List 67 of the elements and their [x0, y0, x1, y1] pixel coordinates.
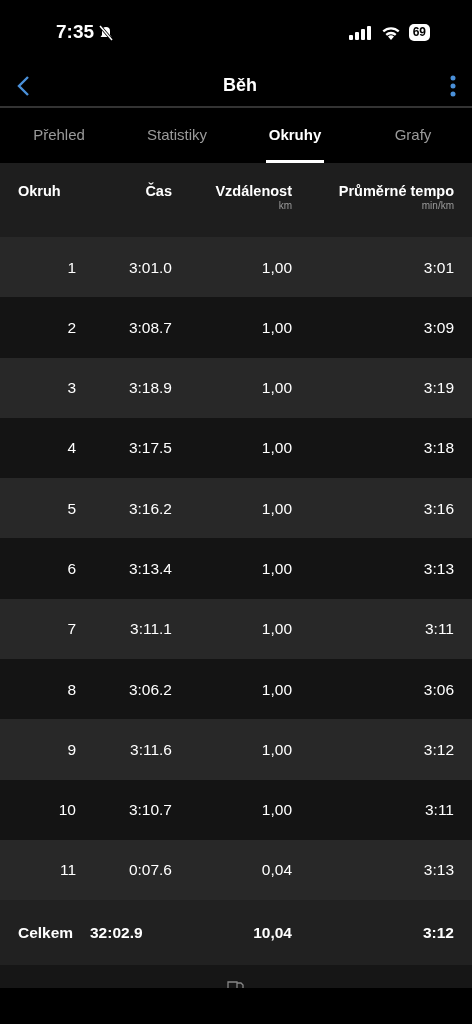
table-cell-text: 3:13: [422, 559, 454, 579]
signal-icon: [348, 24, 373, 41]
table-cell-text: 1,00: [260, 257, 292, 278]
column-header: Čas: [144, 183, 172, 200]
table-cell-text: 4: [66, 438, 77, 459]
tab[interactable]: Statistiky: [118, 108, 236, 163]
table-cell-text: 1,00: [260, 559, 292, 579]
tab[interactable]: Okruhy: [236, 108, 354, 163]
table-cell-text: 3:17.5: [127, 438, 172, 459]
total-cell-text: 32:02.9: [89, 923, 144, 944]
unit-label: min/km: [420, 200, 454, 212]
table-cell-text: 5: [66, 498, 77, 519]
total-cell-text: 3:12: [421, 923, 454, 944]
table-cell-text: 3:18.9: [127, 378, 172, 399]
page-title: Běh: [223, 74, 257, 97]
table-cell-text: 3: [66, 378, 77, 399]
muted-bell-icon: [98, 24, 115, 41]
table-cell-text: 1,00: [260, 438, 292, 459]
table-cell-text: 3:08.7: [127, 317, 172, 338]
table-cell-text: 3:11.1: [129, 619, 172, 640]
table-cell-text: 1,00: [260, 498, 292, 519]
device-icon: [227, 981, 245, 989]
table-cell-text: 3:19: [422, 378, 454, 399]
table-cell-text: 0,04: [260, 860, 292, 881]
table-cell-text: 10: [57, 800, 77, 821]
table-cell-text: 3:16: [422, 498, 454, 519]
table-cell-text: 1,00: [260, 317, 292, 338]
tab[interactable]: Přehled: [0, 108, 118, 163]
battery-indicator: 69: [408, 24, 430, 41]
total-cell-text: Celkem: [18, 923, 75, 944]
table-cell-text: 2: [66, 317, 77, 338]
column-header: Vzdálenost: [214, 183, 292, 200]
table-cell-text: 1: [66, 257, 77, 278]
table-cell-text: 3:11: [423, 800, 454, 821]
table-cell-text: 3:01.0: [127, 257, 172, 278]
column-header: Okruh: [18, 183, 62, 200]
table-cell-text: 1,00: [260, 800, 292, 821]
table-cell-text: 1,00: [260, 378, 292, 399]
table-cell-text: 1,00: [260, 619, 292, 640]
table-cell-text: 3:06: [422, 679, 454, 700]
table-cell-text: 3:11.6: [129, 739, 172, 760]
wifi-icon: [380, 25, 401, 40]
total-cell-text: 10,04: [252, 923, 292, 944]
table-cell-text: 0:07.6: [127, 860, 172, 881]
table-cell-text: 3:13.4: [127, 559, 172, 579]
table-cell-text: 3:09: [422, 317, 454, 338]
table-cell-text: 3:01: [422, 257, 454, 278]
table-cell-text: 7: [66, 619, 77, 640]
table-cell-text: 3:11: [423, 619, 454, 640]
table-cell-text: 3:18: [422, 438, 454, 459]
table-cell-text: 3:16.2: [127, 498, 172, 519]
table-cell-text: 3:10.7: [127, 800, 172, 821]
table-cell-text: 1,00: [260, 679, 292, 700]
unit-label: km: [277, 200, 292, 212]
table-cell-text: 3:06.2: [127, 679, 172, 700]
table-cell-text: 8: [66, 679, 77, 700]
table-cell-text: 9: [66, 739, 77, 760]
table-cell-text: 3:13: [422, 860, 454, 881]
table-cell-text: 11: [58, 860, 77, 881]
table-cell-text: 1,00: [260, 739, 292, 760]
table-cell-text: 6: [66, 559, 77, 579]
column-header: Průměrné tempo: [337, 183, 454, 200]
table-cell-text: 3:12: [422, 739, 454, 760]
tab[interactable]: Grafy: [354, 108, 472, 163]
status-time: 7:35: [56, 20, 95, 45]
more-icon[interactable]: [450, 74, 456, 97]
back-icon[interactable]: [16, 74, 30, 97]
